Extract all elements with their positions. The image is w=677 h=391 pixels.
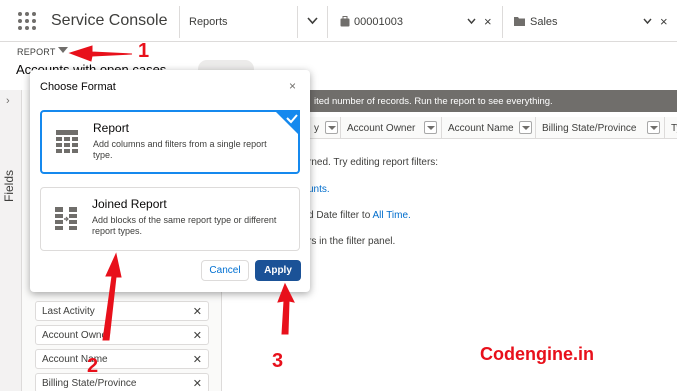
arrow-1 [68,45,133,62]
report-builder-screen: Service Console Reports 00001003 × Sales… [0,0,677,391]
annotation-arrows [68,45,295,341]
watermark-text: Codengine.in [480,344,594,364]
arrow-2 [102,252,122,341]
step-2-label: 2 [87,355,99,377]
step-1-label: 1 [138,40,150,62]
step-3-label: 3 [272,350,284,372]
arrow-3 [277,282,295,335]
